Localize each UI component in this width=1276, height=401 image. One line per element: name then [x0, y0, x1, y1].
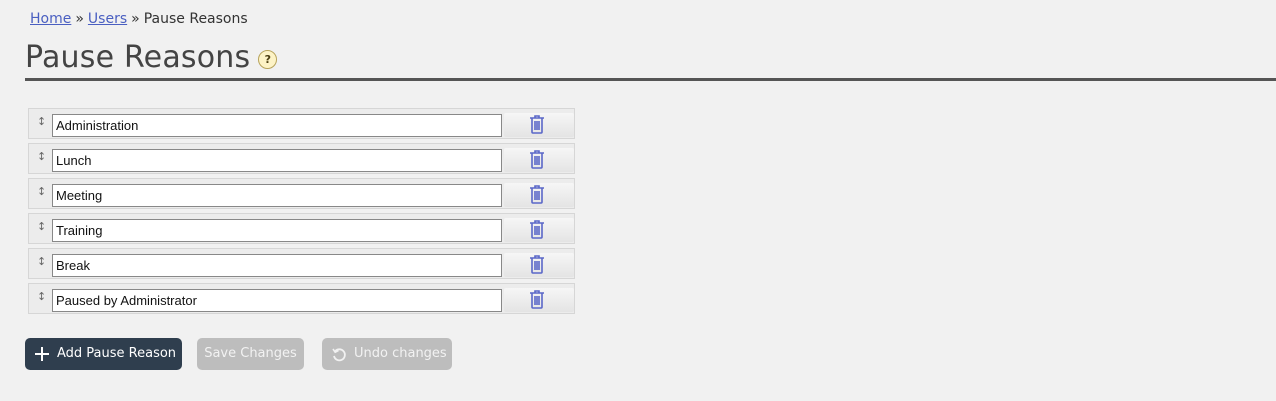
drag-handle-icon[interactable]: ↕	[37, 256, 46, 267]
page-title: Pause Reasons	[25, 40, 251, 75]
delete-button[interactable]	[504, 183, 574, 207]
undo-icon	[332, 348, 346, 362]
pause-reason-row: ↕	[28, 143, 575, 174]
breadcrumb-separator: »	[131, 11, 140, 27]
pause-reason-row: ↕	[28, 108, 575, 139]
delete-button[interactable]	[504, 253, 574, 277]
plus-icon	[35, 347, 49, 361]
trash-icon	[530, 115, 544, 134]
pause-reason-input[interactable]	[52, 219, 502, 242]
add-pause-reason-button[interactable]: Add Pause Reason	[25, 338, 182, 370]
trash-icon	[530, 255, 544, 274]
trash-icon	[530, 150, 544, 169]
save-changes-label: Save Changes	[204, 346, 297, 361]
drag-handle-icon[interactable]: ↕	[37, 221, 46, 232]
delete-button[interactable]	[504, 288, 574, 312]
trash-icon	[530, 220, 544, 239]
pause-reasons-list: ↕ ↕ ↕ ↕ ↕ ↕	[28, 108, 575, 318]
save-changes-button[interactable]: Save Changes	[197, 338, 304, 370]
delete-button[interactable]	[504, 218, 574, 242]
pause-reason-row: ↕	[28, 213, 575, 244]
pause-reason-row: ↕	[28, 283, 575, 314]
drag-handle-icon[interactable]: ↕	[37, 291, 46, 302]
pause-reason-row: ↕	[28, 178, 575, 209]
undo-changes-button[interactable]: Undo changes	[322, 338, 452, 370]
pause-reason-input[interactable]	[52, 149, 502, 172]
pause-reason-row: ↕	[28, 248, 575, 279]
drag-handle-icon[interactable]: ↕	[37, 151, 46, 162]
page-header: Pause Reasons?	[25, 38, 1276, 81]
trash-icon	[530, 185, 544, 204]
pause-reason-input[interactable]	[52, 114, 502, 137]
trash-icon	[530, 290, 544, 309]
undo-changes-label: Undo changes	[354, 346, 447, 361]
drag-handle-icon[interactable]: ↕	[37, 116, 46, 127]
breadcrumb-separator: »	[75, 11, 84, 27]
delete-button[interactable]	[504, 148, 574, 172]
pause-reason-input[interactable]	[52, 289, 502, 312]
help-icon[interactable]: ?	[258, 50, 278, 69]
breadcrumb: Home» Users» Pause Reasons	[30, 11, 248, 27]
breadcrumb-home-link[interactable]: Home	[30, 11, 71, 27]
delete-button[interactable]	[504, 113, 574, 137]
drag-handle-icon[interactable]: ↕	[37, 186, 46, 197]
breadcrumb-current: Pause Reasons	[143, 11, 248, 27]
breadcrumb-users-link[interactable]: Users	[88, 11, 127, 27]
add-pause-reason-label: Add Pause Reason	[57, 346, 177, 361]
pause-reason-input[interactable]	[52, 184, 502, 207]
pause-reason-input[interactable]	[52, 254, 502, 277]
